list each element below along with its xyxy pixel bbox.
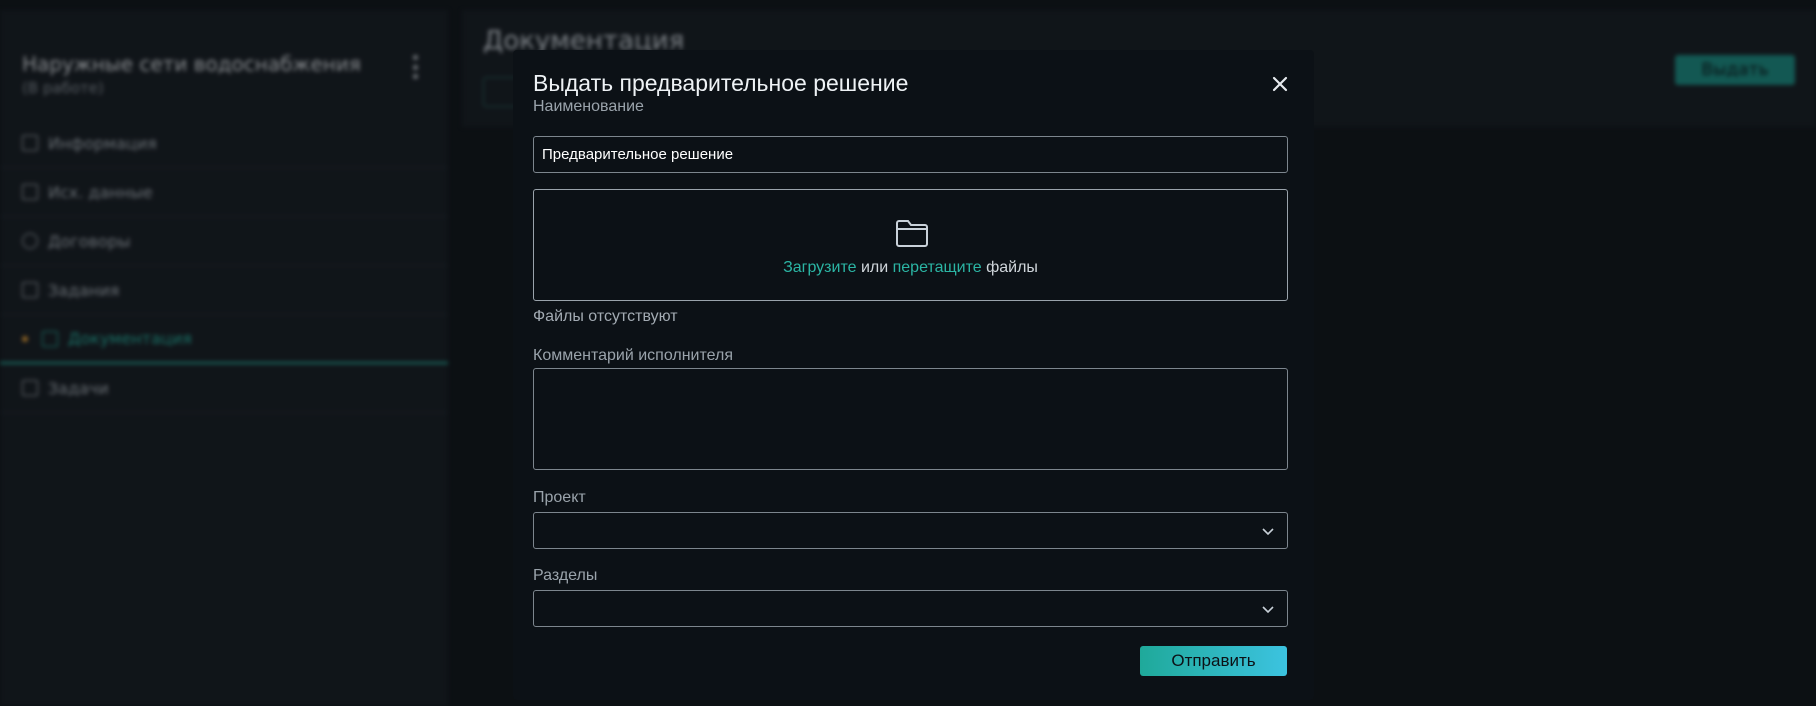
dialog-title: Выдать предварительное решение: [533, 70, 909, 96]
folder-icon: [896, 220, 928, 247]
project-label: Проект: [533, 489, 586, 506]
drag-link[interactable]: перетащите: [893, 259, 982, 276]
files-status: Файлы отсутствуют: [533, 308, 678, 325]
close-icon: [1272, 76, 1288, 92]
name-input[interactable]: [533, 136, 1288, 173]
comment-textarea[interactable]: [533, 368, 1288, 470]
upload-link[interactable]: Загрузите: [783, 259, 856, 276]
or-text: или: [856, 259, 893, 276]
name-label: Наименование: [533, 98, 644, 115]
dropzone-text: Загрузите или перетащите файлы: [534, 259, 1287, 277]
close-button[interactable]: [1268, 72, 1292, 96]
project-select[interactable]: [533, 512, 1288, 549]
sections-select[interactable]: [533, 590, 1288, 627]
submit-button[interactable]: Отправить: [1140, 646, 1287, 676]
chevron-down-icon: [1262, 606, 1274, 614]
chevron-down-icon: [1262, 528, 1274, 536]
comment-label: Комментарий исполнителя: [533, 347, 733, 364]
issue-preliminary-decision-dialog: Выдать предварительное решение Наименова…: [513, 50, 1314, 700]
sections-label: Разделы: [533, 567, 598, 584]
file-dropzone[interactable]: Загрузите или перетащите файлы: [533, 189, 1288, 301]
files-word: файлы: [981, 259, 1038, 276]
